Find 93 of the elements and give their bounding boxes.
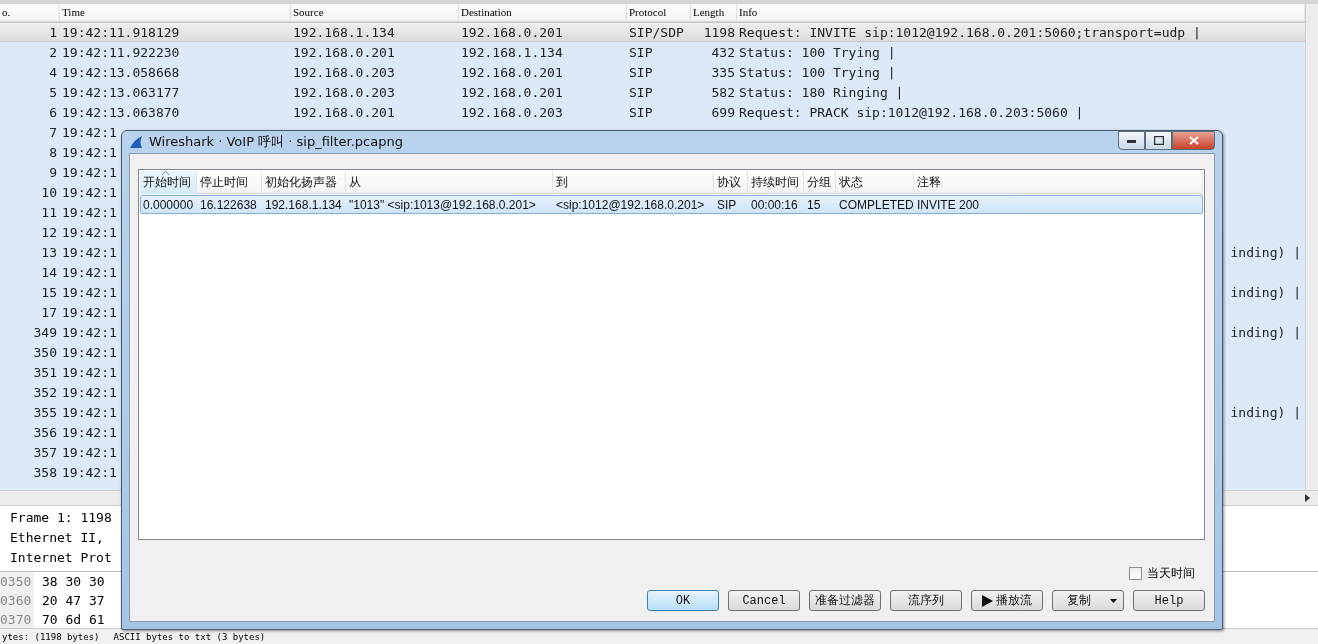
table-cell-text: 8 [48, 144, 58, 160]
table-cell-text: 17 [40, 304, 58, 320]
table-cell-text: SIP [628, 84, 653, 100]
table-cell-text: 349 [32, 324, 58, 340]
table-cell-text: SIP [716, 197, 737, 212]
table-cell-text: 192.168.0.203 [292, 64, 395, 80]
table-cell-text: 355 [32, 404, 58, 420]
table-cell-text: 19:42:1 [61, 284, 117, 300]
table-cell-text: 19:42:1 [61, 304, 117, 320]
table-cell-text: 19:42:13.058668 [61, 64, 180, 80]
table-cell-text: 192.168.0.201 [460, 64, 563, 80]
table-cell-text: 432 [710, 44, 736, 60]
table-cell-text: 351 [32, 364, 58, 380]
table-cell-text: 19:42:1 [61, 224, 117, 240]
table-cell-text: 192.168.1.134 [264, 197, 342, 212]
table-cell-text: 15 [40, 284, 58, 300]
table-cell-text: 16.122638 [199, 197, 257, 212]
table-cell-text: 356 [32, 424, 58, 440]
table-cell-text: 192.168.1.134 [460, 44, 563, 60]
table-cell-text: 10 [40, 184, 58, 200]
table-cell-text: SIP [628, 44, 653, 60]
table-cell-text: "1013" <sip:1013@192.168.0.201> [348, 197, 536, 212]
status-text: ASCII bytes to txt (3 bytes) [113, 631, 266, 642]
table-cell-text: 192.168.0.203 [460, 104, 563, 120]
table-cell-text: <sip:1012@192.168.0.201> [555, 197, 705, 212]
table-cell-text: Request: PRACK sip:1012@192.168.0.203:5060 | [738, 104, 1084, 120]
table-cell-text: 352 [32, 384, 58, 400]
table-cell-text: 19:42:1 [61, 124, 117, 140]
table-cell-text: 19:42:1 [61, 464, 117, 480]
table-cell-text: 192.168.0.201 [460, 84, 563, 100]
table-cell-text: SIP [628, 104, 653, 120]
hex-bytes: 20 47 37 [42, 593, 105, 608]
table-cell-text: 19:42:11.922230 [61, 44, 180, 60]
table-cell-text: inding) | [1229, 404, 1302, 420]
table-cell-text: 699 [710, 104, 736, 120]
table-cell-text: Status: 100 Trying | [738, 64, 896, 80]
table-cell-text: 19:42:1 [61, 384, 117, 400]
table-cell-text: 7 [48, 124, 58, 140]
table-cell-text: 9 [48, 164, 58, 180]
hex-bytes: 70 6d 61 [42, 612, 105, 627]
table-cell-text: 19:42:1 [61, 444, 117, 460]
table-cell-text: 19:42:1 [61, 324, 117, 340]
table-cell-text: 335 [710, 64, 736, 80]
table-cell-text: 0.000000 [142, 197, 194, 212]
table-cell-text: 15 [806, 197, 821, 212]
table-cell-text: INVITE 200 [916, 197, 980, 212]
table-cell-text: 19:42:1 [61, 264, 117, 280]
table-cell-text: 19:42:1 [61, 364, 117, 380]
table-cell-text: 192.168.0.201 [460, 24, 563, 40]
table-cell-text: 1 [48, 24, 58, 40]
table-cell-text: SIP/SDP [628, 24, 684, 40]
table-cell-text: inding) | [1229, 284, 1302, 300]
table-cell-text: 192.168.1.134 [292, 24, 395, 40]
table-cell-text: 19:42:11.918129 [61, 24, 180, 40]
table-cell-text: 19:42:1 [61, 404, 117, 420]
table-cell-text: 11 [40, 204, 58, 220]
table-cell-text: 19:42:1 [61, 244, 117, 260]
table-cell-text: 192.168.0.201 [292, 44, 395, 60]
table-cell-text: 19:42:1 [61, 424, 117, 440]
table-cell-text: 357 [32, 444, 58, 460]
table-cell-text: 13 [40, 244, 58, 260]
byte-offset: 0360 [0, 591, 34, 610]
table-cell-text: Status: 100 Trying | [738, 44, 896, 60]
table-cell-text: 19:42:13.063177 [61, 84, 180, 100]
hex-bytes: 38 30 30 [42, 574, 105, 589]
table-cell-text: 1198 [702, 24, 736, 40]
table-cell-text: 00:00:16 [750, 197, 798, 212]
table-cell-text: Request: INVITE sip:1012@192.168.0.201:5060;transport=udp | [738, 24, 1201, 40]
table-cell-text: 4 [48, 64, 58, 80]
table-cell-text: 192.168.0.203 [292, 84, 395, 100]
table-cell-text: 19:42:1 [61, 344, 117, 360]
table-cell-text: 358 [32, 464, 58, 480]
table-cell-text: inding) | [1229, 324, 1302, 340]
table-cell-text: 12 [40, 224, 58, 240]
table-cell-text: COMPLETED [838, 197, 914, 212]
table-cell-text: 6 [48, 104, 58, 120]
table-cell-text: SIP [628, 64, 653, 80]
table-cell-text: 582 [710, 84, 736, 100]
table-cell-text: Status: 180 Ringing | [738, 84, 904, 100]
table-cell-text: 19:42:1 [61, 144, 117, 160]
table-cell-text: 5 [48, 84, 58, 100]
table-cell-text: 19:42:13.063870 [61, 104, 180, 120]
table-cell-text: 192.168.0.201 [292, 104, 395, 120]
byte-offset: 0350 [0, 572, 34, 591]
table-cell-text: 19:42:1 [61, 204, 117, 220]
window-title: Wireshark · VoIP 呼叫 · sip_filter.pcapng [149, 133, 403, 151]
status-text: ytes: (1198 bytes) [2, 631, 100, 642]
table-cell-text: 19:42:1 [61, 184, 117, 200]
table-cell-text: 350 [32, 344, 58, 360]
table-cell-text: inding) | [1229, 244, 1302, 260]
table-cell-text: 19:42:1 [61, 164, 117, 180]
table-cell-text: 2 [48, 44, 58, 60]
table-cell-text: 14 [40, 264, 58, 280]
